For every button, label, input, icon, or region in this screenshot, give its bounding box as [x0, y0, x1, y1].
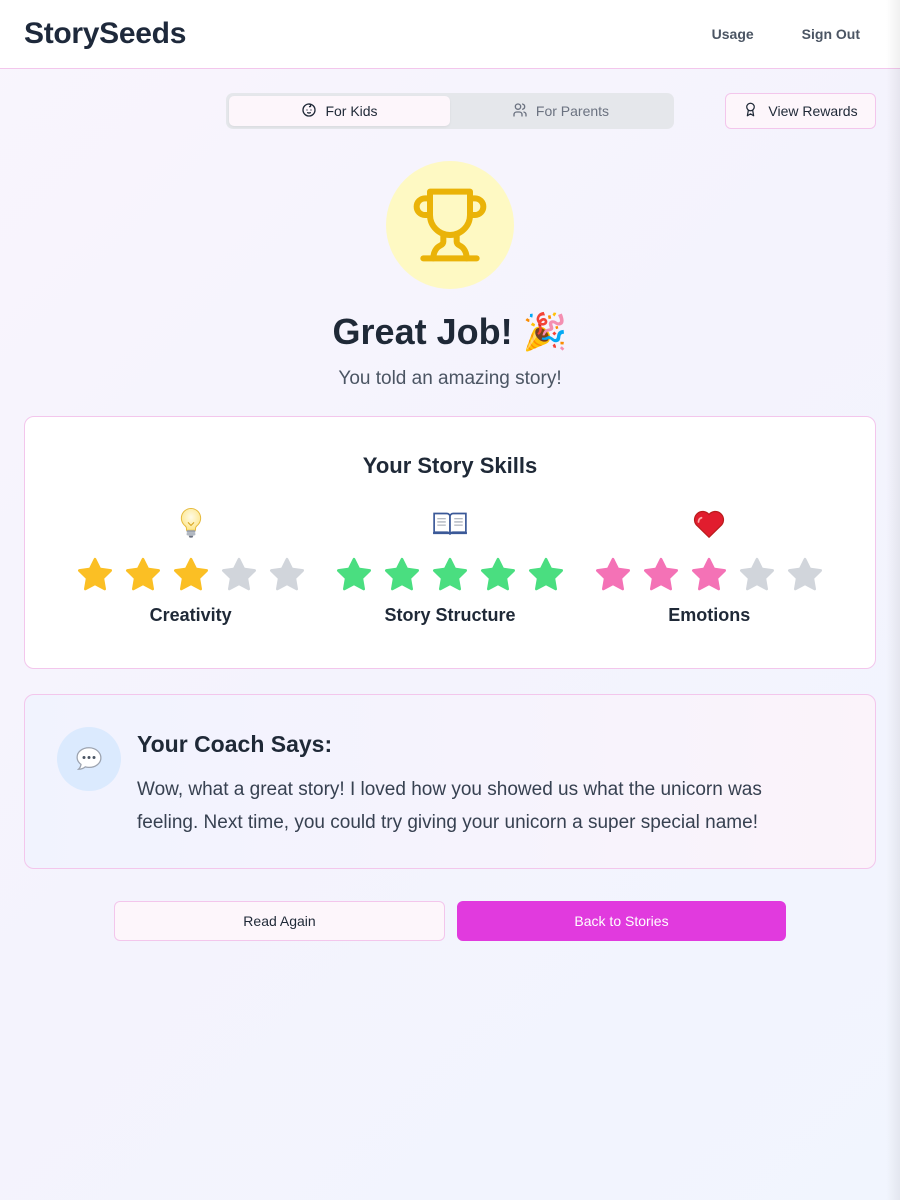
star-icon: [336, 557, 371, 591]
lightbulb-icon: [176, 505, 206, 541]
tab-for-kids-label: For Kids: [325, 103, 378, 119]
heart-icon: [691, 505, 727, 541]
baby-face-icon: [301, 102, 317, 121]
award-icon: [743, 102, 758, 120]
skill-label-creativity: Creativity: [149, 605, 232, 625]
star-icon: [596, 557, 631, 591]
back-to-stories-button[interactable]: Back to Stories: [457, 901, 786, 941]
story-skills-card: Your Story Skills Creativity Story Struc…: [24, 416, 876, 669]
coach-feedback-card: Your Coach Says: Wow, what a great story…: [24, 694, 876, 869]
emotions-stars: [593, 555, 825, 595]
skill-story-structure: Story Structure: [330, 505, 570, 626]
brand-logo[interactable]: StorySeeds: [24, 17, 186, 51]
star-icon: [528, 557, 563, 591]
creativity-stars: [75, 555, 307, 595]
star-empty-icon: [269, 557, 304, 591]
tab-row: For Kids For Parents View Rewards: [0, 69, 900, 159]
star-icon: [692, 557, 727, 591]
star-icon: [644, 557, 679, 591]
star-empty-icon: [740, 557, 775, 591]
skills-title: Your Story Skills: [362, 453, 538, 478]
coach-message: Wow, what a great story! I loved how you…: [137, 779, 762, 833]
open-book-icon: [432, 505, 468, 541]
top-header: StorySeeds Usage Sign Out: [0, 0, 900, 69]
speech-bubble-icon: [76, 747, 102, 770]
view-rewards-label: View Rewards: [768, 103, 858, 119]
sign-out-link[interactable]: Sign Out: [786, 18, 876, 50]
star-icon: [480, 557, 515, 591]
skill-creativity: Creativity: [71, 505, 311, 626]
tab-for-parents-label: For Parents: [535, 103, 610, 119]
read-again-button[interactable]: Read Again: [114, 901, 445, 941]
users-icon: [512, 102, 528, 121]
tab-for-kids[interactable]: For Kids: [229, 96, 450, 126]
trophy-badge: [386, 161, 514, 289]
view-rewards-button[interactable]: View Rewards: [725, 93, 876, 129]
star-empty-icon: [788, 557, 823, 591]
party-popper-icon: 🎉: [522, 312, 568, 353]
star-icon: [77, 557, 112, 591]
star-icon: [384, 557, 419, 591]
top-nav: Usage Sign Out: [696, 18, 876, 50]
audience-tab-switch: For Kids For Parents: [226, 93, 674, 129]
skill-label-emotions: Emotions: [668, 605, 751, 625]
trophy-icon: [413, 188, 487, 262]
star-icon: [125, 557, 160, 591]
action-buttons: Read Again Back to Stories: [0, 869, 900, 949]
skills-row: Creativity Story Structure Emotions: [25, 505, 875, 626]
page-title-text: Great Job!: [332, 311, 513, 352]
star-icon: [432, 557, 467, 591]
page-subtitle: You told an amazing story!: [338, 368, 562, 389]
page-title: Great Job! 🎉: [0, 311, 900, 354]
tab-for-parents[interactable]: For Parents: [450, 96, 671, 126]
coach-avatar: [57, 727, 121, 791]
story-structure-stars: [334, 555, 566, 595]
coach-title: Your Coach Says:: [137, 731, 333, 757]
star-empty-icon: [221, 557, 256, 591]
skill-label-story-structure: Story Structure: [384, 605, 516, 625]
usage-link[interactable]: Usage: [696, 18, 770, 50]
star-icon: [173, 557, 208, 591]
skill-emotions: Emotions: [589, 505, 829, 626]
trophy-section: [0, 161, 900, 289]
